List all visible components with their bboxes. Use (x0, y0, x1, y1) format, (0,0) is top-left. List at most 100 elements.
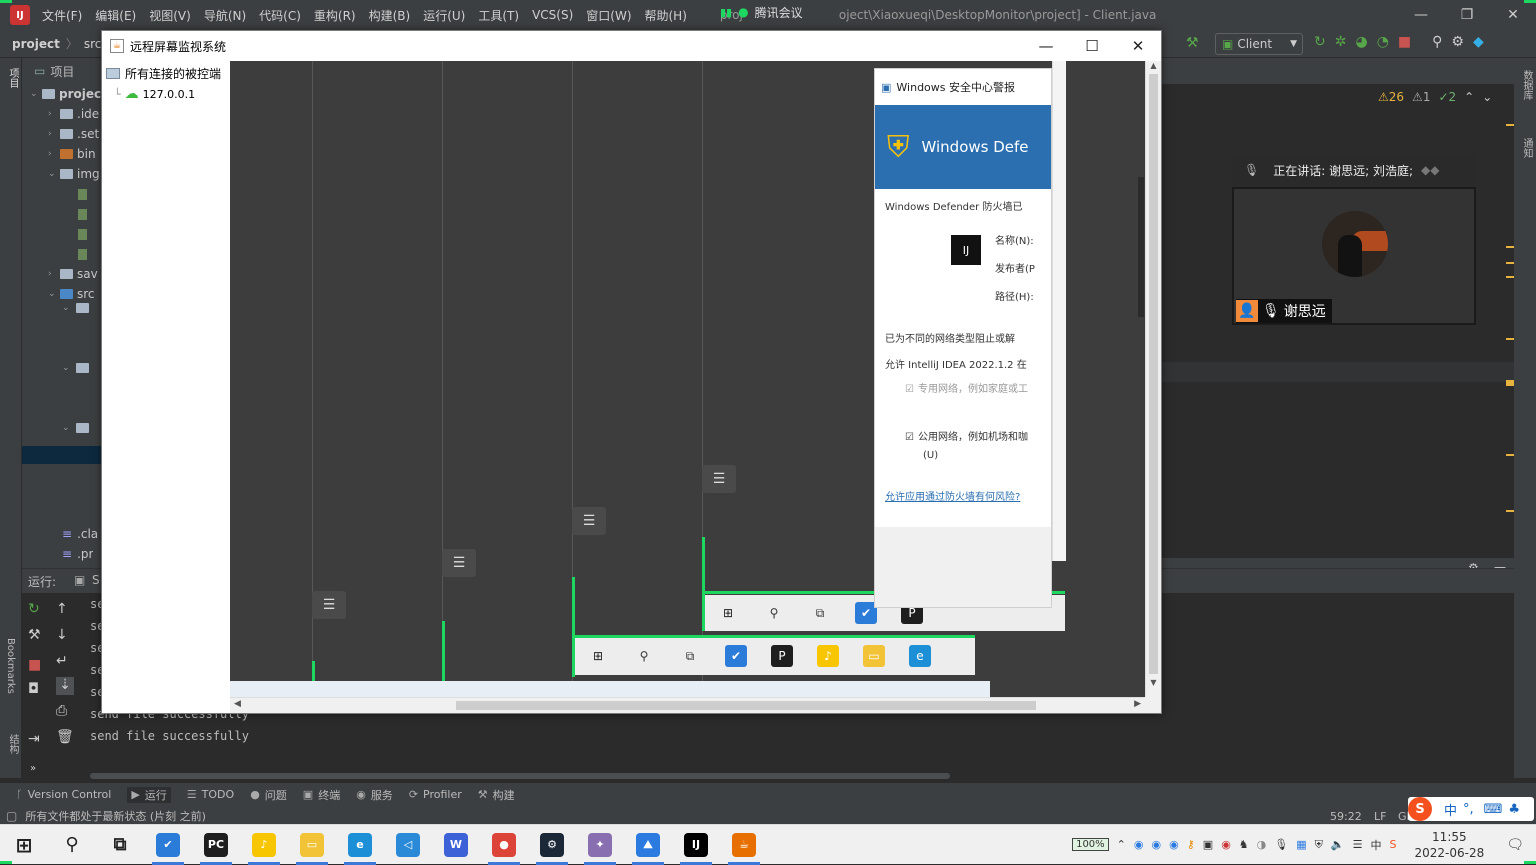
rerun-icon[interactable]: ↻ (28, 601, 40, 617)
menu-item[interactable]: 工具(T) (478, 7, 519, 24)
taskbar-photos-button[interactable]: ⛰ (624, 825, 672, 865)
chevron-right-icon[interactable]: › (48, 129, 60, 139)
taskbar-start-button[interactable]: ⊞ (0, 825, 48, 865)
tool-tab[interactable]: ▣ 终端 (303, 787, 340, 803)
tray-cat-icon[interactable]: ♞ (1239, 838, 1249, 851)
run-tab-label[interactable]: S (92, 573, 100, 587)
clock[interactable]: 11:55 2022-06-28 (1414, 829, 1484, 861)
camera-icon[interactable]: ◘ (28, 681, 39, 697)
scroll-left-arrow-icon[interactable]: ◀ (234, 699, 241, 709)
chevron-down-icon[interactable]: ⌄ (62, 363, 70, 373)
tool-tab[interactable]: ⟳ Profiler (409, 788, 462, 801)
ime-indicator[interactable]: 中 (1370, 837, 1381, 853)
battery-indicator[interactable]: 100% (1072, 838, 1109, 851)
line-separator[interactable]: LF (1374, 810, 1386, 823)
plugins-icon[interactable]: ◆ (1473, 34, 1484, 50)
tray-app-icon[interactable]: ◉ (1169, 838, 1179, 851)
breadcrumb-src[interactable]: src (84, 37, 102, 51)
close-button[interactable]: ✕ (1115, 31, 1161, 61)
taskbar-chrome-button[interactable]: ● (480, 825, 528, 865)
exit-icon[interactable]: ⇥ (28, 731, 40, 747)
meeting-speaker-bar[interactable]: 🎙 正在讲话: 谢思远; 刘浩庭; ◆◆ (1232, 154, 1476, 186)
database-tool-tab[interactable]: 数据库 (1519, 70, 1534, 100)
taskbar-taskview-button[interactable]: ⧉ (96, 825, 144, 865)
more-icon[interactable]: » (30, 763, 36, 774)
scroll-down-arrow-icon[interactable]: ▼ (1146, 678, 1161, 687)
menu-item[interactable]: VCS(S) (532, 8, 573, 22)
tree-item-project-file[interactable]: ≡ .pr (62, 544, 93, 564)
stop-icon[interactable]: ■ (28, 657, 41, 673)
menu-item[interactable]: 导航(N) (204, 7, 246, 24)
taskbar-steam-button[interactable]: ⚙ (528, 825, 576, 865)
rerun-icon[interactable]: ↻ (1314, 34, 1326, 50)
ime-toolbar[interactable]: S 中 °, ⌨ ♣ (1408, 797, 1534, 821)
project-header[interactable]: 项目 (50, 63, 74, 80)
trash-icon[interactable]: 🗑 (56, 729, 74, 745)
tray-app-icon[interactable]: ▣ (1203, 838, 1213, 851)
chevron-right-icon[interactable]: › (48, 269, 60, 279)
vertical-scroll-thumb[interactable] (1149, 74, 1158, 674)
tree-item-classpath[interactable]: ≡ .cla (62, 524, 98, 544)
scroll-to-end-icon[interactable]: ⇣ (56, 677, 74, 695)
notification-center-icon[interactable]: 🗨 (1506, 837, 1524, 853)
taskbar-edge-button[interactable]: e (336, 825, 384, 865)
status-message[interactable]: 所有文件都处于最新状态 (片刻 之前) (25, 808, 206, 824)
tree-item[interactable]: ⌄ img (22, 164, 102, 184)
chevron-up-icon[interactable]: ⌃ (1464, 90, 1474, 104)
tree-item[interactable]: › .ide (22, 104, 102, 124)
tree-item-package[interactable]: ⌄ (62, 358, 93, 378)
tray-key-icon[interactable]: ⚷ (1187, 838, 1195, 851)
meeting-indicator[interactable]: ▮▮ ● 腾讯会议 (720, 0, 816, 24)
chevron-down-icon[interactable]: ⌄ (62, 423, 70, 433)
stop-icon[interactable]: ■ (1398, 34, 1411, 50)
selected-tree-row[interactable] (22, 446, 102, 464)
chevron-down-icon[interactable]: ⌄ (48, 169, 60, 179)
tree-item[interactable] (22, 184, 102, 204)
taskbar-intellij-button[interactable]: IJ (672, 825, 720, 865)
taskbar-pycharm-button[interactable]: PC (192, 825, 240, 865)
taskbar-explorer-button[interactable]: ▭ (288, 825, 336, 865)
horizontal-scrollbar[interactable]: ◀ ▶ (230, 697, 1145, 713)
tool-tab[interactable]: ᚴ Version Control (16, 788, 111, 801)
menu-item[interactable]: 窗口(W) (586, 7, 631, 24)
menu-item[interactable]: 帮助(H) (645, 7, 687, 24)
menu-item[interactable]: 构建(B) (369, 7, 411, 24)
tray-app-icon[interactable]: ◉ (1221, 838, 1231, 851)
settings-gear-icon[interactable]: ⚙ (1451, 34, 1464, 50)
scroll-down-icon[interactable]: ↓ (56, 627, 68, 643)
profile-icon[interactable]: ◔ (1377, 34, 1389, 50)
tree-root[interactable]: 所有连接的被控端 (106, 65, 230, 82)
chevron-down-icon[interactable]: ⌄ (1482, 90, 1492, 104)
chevron-right-icon[interactable]: › (48, 149, 60, 159)
soft-wrap-icon[interactable]: ↵ (56, 653, 68, 669)
menu-item[interactable]: 代码(C) (259, 7, 301, 24)
build-hammer-icon[interactable]: ⚒ (1186, 35, 1199, 51)
minimize-button[interactable]: — (1023, 31, 1069, 61)
chevron-up-icon[interactable]: ⌃ (1117, 838, 1126, 851)
tree-item[interactable]: ⌄ projec (22, 84, 102, 104)
breadcrumb-project[interactable]: project (12, 37, 60, 51)
chevron-down-icon[interactable]: ⌄ (48, 289, 60, 299)
minimize-button[interactable]: — (1398, 0, 1444, 30)
chevron-right-icon[interactable]: › (48, 109, 60, 119)
tree-item[interactable] (22, 204, 102, 224)
tree-item[interactable]: › .set (22, 124, 102, 144)
horizontal-scroll-thumb[interactable] (456, 701, 1036, 710)
menu-item[interactable]: 视图(V) (149, 7, 191, 24)
menu-item[interactable]: 编辑(E) (95, 7, 136, 24)
tool-tab[interactable]: ▶ 运行 (127, 786, 171, 803)
bookmarks-tool-tab[interactable]: Bookmarks (5, 638, 16, 694)
security-shield-icon[interactable]: ⛨ (1315, 838, 1323, 852)
chevron-down-icon[interactable]: ⌄ (62, 303, 70, 313)
coverage-icon[interactable]: ◕ (1355, 34, 1367, 50)
remote-monitor-titlebar[interactable]: ☕ 远程屏幕监视系统 — ☐ ✕ (102, 31, 1161, 61)
scroll-right-arrow-icon[interactable]: ▶ (1134, 699, 1141, 709)
caret-position[interactable]: 59:22 (1330, 810, 1362, 823)
print-icon[interactable]: ⎙ (56, 703, 67, 719)
tree-item[interactable] (22, 224, 102, 244)
remote-screen-view[interactable]: ☰ ☰ ☰ ☰ ⊞ ⚲ ⧉ ✔ P ♪ ▭ e ⊞ ⚲ ⧉ ✔ P ▣ Wind… (230, 61, 1145, 697)
run-config-select[interactable]: ▣ Client ▼ (1215, 33, 1303, 55)
tool-tab[interactable]: ◉ 服务 (356, 787, 393, 803)
wifi-icon[interactable]: ☰ (1353, 838, 1363, 851)
volume-icon[interactable]: 🔈 (1331, 838, 1345, 851)
